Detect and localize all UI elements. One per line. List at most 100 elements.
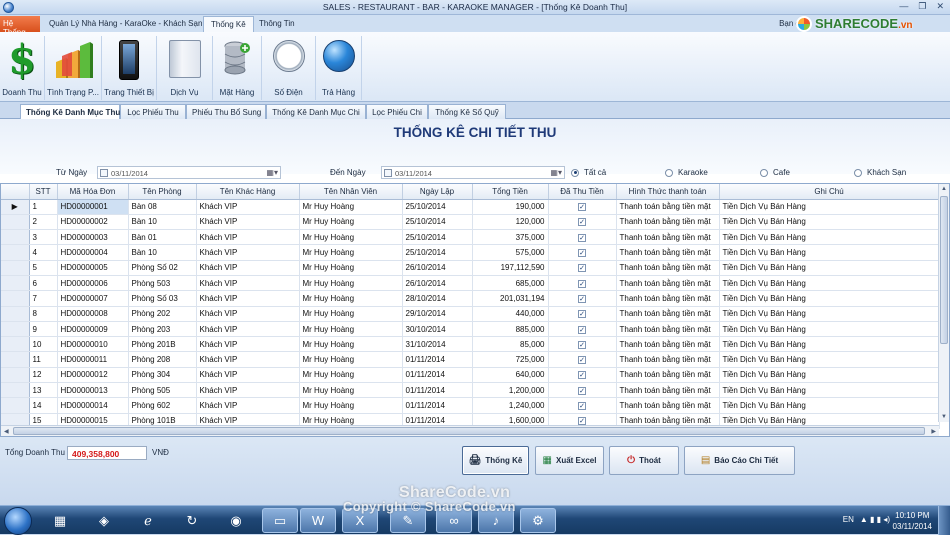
table-cell[interactable]: 26/10/2014: [402, 275, 473, 292]
paid-checkbox[interactable]: ✓: [578, 310, 586, 319]
table-cell[interactable]: Mr Huy Hoàng: [299, 321, 403, 338]
scroll-up-icon[interactable]: ▲: [941, 186, 947, 192]
table-cell[interactable]: Bàn 10: [128, 214, 197, 231]
data-grid[interactable]: STT Mã Hóa Đơn Tên Phòng Tên Khác Hàng T…: [0, 183, 950, 437]
table-cell[interactable]: 9: [29, 321, 58, 338]
tab-thong-ke-so-quy[interactable]: Thống Kê Sổ Quỹ: [428, 104, 506, 119]
table-cell[interactable]: Thanh toán bằng tiền mặt: [616, 275, 720, 292]
table-cell[interactable]: 31/10/2014: [402, 336, 473, 353]
table-cell[interactable]: Bàn 08: [128, 199, 197, 215]
paid-checkbox[interactable]: ✓: [578, 279, 586, 288]
row-selector[interactable]: [1, 275, 30, 292]
table-cell[interactable]: ✓: [548, 336, 617, 353]
table-cell[interactable]: Tiền Dịch Vụ Bán Hàng: [719, 306, 940, 322]
paid-checkbox[interactable]: ✓: [578, 203, 586, 212]
paid-checkbox[interactable]: ✓: [578, 402, 586, 410]
table-cell[interactable]: ✓: [548, 275, 617, 292]
table-cell[interactable]: 25/10/2014: [402, 244, 473, 261]
table-row[interactable]: 6 HD00000006 Phòng 503 Khách VIP Mr Huy Hoàn…: [1, 275, 940, 292]
row-selector[interactable]: [1, 382, 30, 399]
minimize-icon[interactable]: —: [899, 1, 908, 12]
column-header[interactable]: Mã Hóa Đơn: [57, 184, 129, 200]
bao-cao-chi-tiet-button[interactable]: ▤ Báo Cáo Chi Tiết: [684, 446, 795, 475]
table-cell[interactable]: Tiền Dịch Vụ Bán Hàng: [719, 260, 940, 276]
table-cell[interactable]: Phòng 202: [128, 306, 197, 322]
explorer-icon[interactable]: ▭: [262, 508, 298, 533]
table-cell[interactable]: HD00000004: [57, 244, 129, 261]
scroll-left-icon[interactable]: ◀: [4, 428, 9, 435]
start-button[interactable]: [4, 507, 32, 535]
table-cell[interactable]: HD00000007: [57, 290, 129, 307]
table-cell[interactable]: Thanh toán bằng tiền mặt: [616, 382, 720, 399]
thong-ke-button[interactable]: 🖨 Thống Kê: [462, 446, 529, 475]
table-cell[interactable]: 190,000: [472, 199, 549, 215]
table-row[interactable]: 7 HD00000007 Phòng Số 03 Khách VIP Mr Huy Ho…: [1, 290, 940, 307]
table-cell[interactable]: 440,000: [472, 306, 549, 322]
column-header[interactable]: STT: [29, 184, 58, 200]
table-cell[interactable]: 01/11/2014: [402, 367, 473, 384]
table-cell[interactable]: HD00000002: [57, 214, 129, 231]
tab-phieu-thu-bo-sung[interactable]: Phiếu Thu Bổ Sung: [186, 104, 266, 119]
table-cell[interactable]: Thanh toán bằng tiền mặt: [616, 336, 720, 353]
table-cell[interactable]: ✓: [548, 351, 617, 368]
table-cell[interactable]: Bàn 10: [128, 244, 197, 261]
table-cell[interactable]: HD00000008: [57, 306, 129, 322]
table-cell[interactable]: 01/11/2014: [402, 382, 473, 399]
paid-checkbox[interactable]: ✓: [578, 386, 586, 395]
row-selector[interactable]: ▶: [1, 199, 30, 215]
table-cell[interactable]: Thanh toán bằng tiền mặt: [616, 351, 720, 368]
table-cell[interactable]: Mr Huy Hoàng: [299, 367, 403, 384]
taskbar-app-icon[interactable]: ▦: [42, 508, 78, 533]
taskbar-app-icon[interactable]: ◈: [86, 508, 122, 533]
taskbar-app-icon[interactable]: ↻: [174, 508, 210, 533]
to-date-checkbox[interactable]: [384, 169, 392, 177]
taskbar-clock[interactable]: 10:10 PM 03/11/2014: [893, 510, 932, 532]
table-cell[interactable]: Phòng 503: [128, 275, 197, 292]
radio-khach-san[interactable]: Khách Sạn: [854, 168, 906, 177]
table-cell[interactable]: 4: [29, 244, 58, 261]
paid-checkbox[interactable]: ✓: [578, 294, 586, 303]
table-cell[interactable]: 1,200,000: [472, 382, 549, 399]
tab-thong-tin[interactable]: Thông Tin: [252, 16, 302, 32]
table-cell[interactable]: 30/10/2014: [402, 321, 473, 338]
so-dien-button[interactable]: Số Điện: [262, 36, 316, 100]
table-cell[interactable]: 120,000: [472, 214, 549, 231]
column-header[interactable]: Tổng Tiền: [472, 184, 549, 200]
table-cell[interactable]: 197,112,590: [472, 260, 549, 276]
radio-tat-ca[interactable]: Tất cả: [571, 168, 606, 177]
table-cell[interactable]: HD00000013: [57, 382, 129, 399]
column-header[interactable]: Ghi Chú: [719, 184, 940, 200]
table-row[interactable]: 12 HD00000012 Phòng 304 Khách VIP Mr Huy Hoà…: [1, 367, 940, 384]
table-cell[interactable]: Mr Huy Hoàng: [299, 351, 403, 368]
table-cell[interactable]: 12: [29, 367, 58, 384]
from-date-checkbox[interactable]: [100, 169, 108, 177]
dich-vu-button[interactable]: Dịch Vụ: [157, 36, 213, 100]
table-cell[interactable]: Phòng 201B: [128, 336, 197, 353]
tinh-trang-button[interactable]: Tình Trạng P...: [45, 36, 102, 100]
taskbar-app-icon[interactable]: ⚙: [520, 508, 556, 533]
table-cell[interactable]: HD00000006: [57, 275, 129, 292]
xuat-excel-button[interactable]: ▦ Xuất Excel: [535, 446, 604, 475]
close-icon[interactable]: ✕: [936, 1, 944, 12]
table-cell[interactable]: 1,240,000: [472, 397, 549, 414]
column-header[interactable]: Đã Thu Tiền: [548, 184, 617, 200]
table-cell[interactable]: Thanh toán bằng tiền mặt: [616, 306, 720, 322]
row-selector[interactable]: [1, 260, 30, 276]
table-cell[interactable]: Tiền Dịch Vụ Bán Hàng: [719, 382, 940, 399]
table-cell[interactable]: Mr Huy Hoàng: [299, 275, 403, 292]
table-row[interactable]: 13 HD00000013 Phòng 505 Khách VIP Mr Huy Hoà…: [1, 382, 940, 399]
table-cell[interactable]: Khách VIP: [196, 351, 300, 368]
table-cell[interactable]: Khách VIP: [196, 397, 300, 414]
row-selector[interactable]: [1, 321, 30, 338]
table-cell[interactable]: ✓: [548, 260, 617, 276]
paid-checkbox[interactable]: ✓: [578, 371, 586, 380]
table-cell[interactable]: Thanh toán bằng tiền mặt: [616, 244, 720, 261]
table-cell[interactable]: ✓: [548, 321, 617, 338]
table-cell[interactable]: ✓: [548, 382, 617, 399]
row-selector[interactable]: [1, 229, 30, 246]
table-cell[interactable]: 85,000: [472, 336, 549, 353]
table-cell[interactable]: Tiền Dịch Vụ Bán Hàng: [719, 397, 940, 414]
table-cell[interactable]: ✓: [548, 214, 617, 231]
horizontal-scrollbar[interactable]: ◀ ▶: [1, 425, 939, 436]
paid-checkbox[interactable]: ✓: [578, 233, 586, 242]
